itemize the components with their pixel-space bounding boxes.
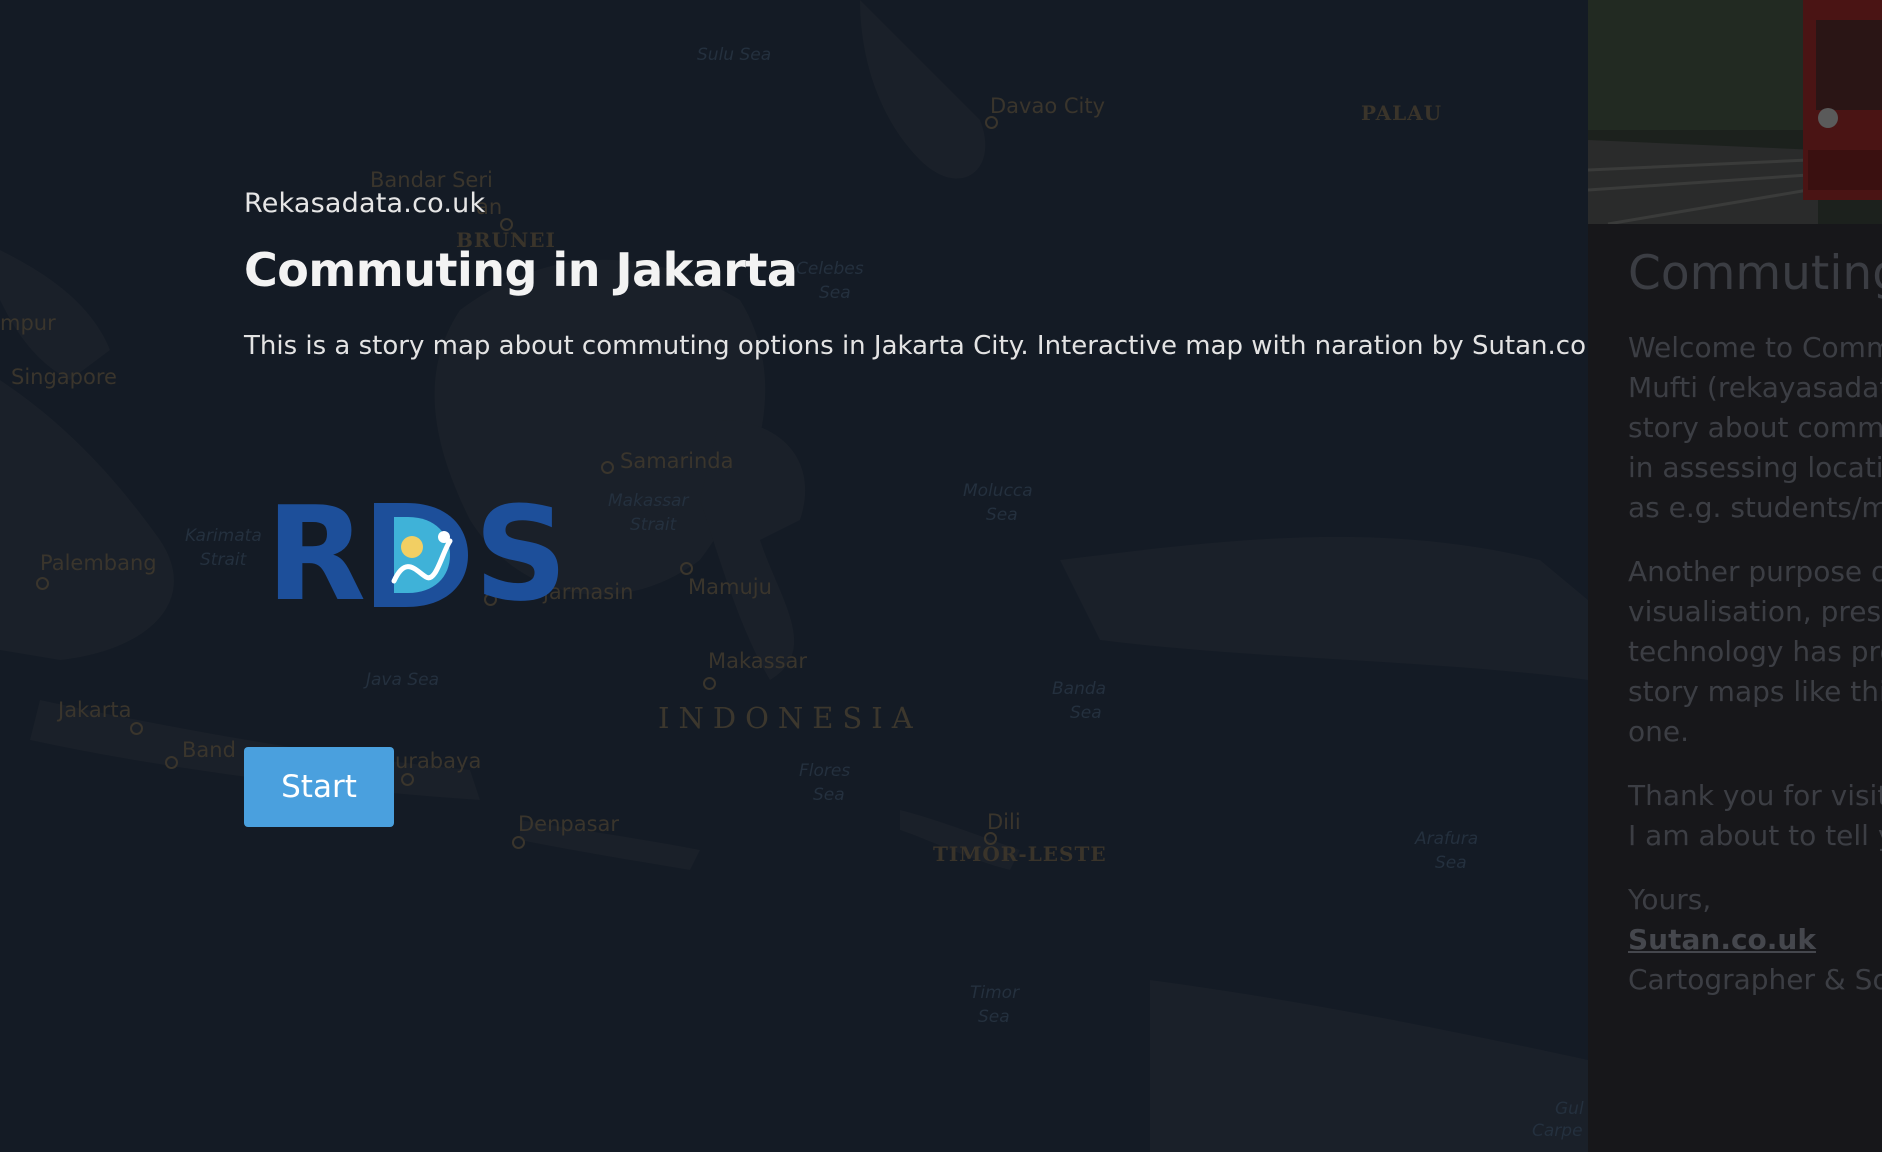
map-label: Java Sea [366, 670, 439, 690]
page-title: Commuting in Jakarta [244, 243, 798, 297]
panel-line: one. [1628, 715, 1690, 748]
intro-overlay: Rekasadata.co.uk Commuting in Jakarta Th… [244, 188, 1644, 827]
panel-title: Commuting [1628, 246, 1882, 301]
map-label: Arafura [1415, 829, 1479, 849]
map-label: TIMOR-LESTE [933, 842, 1107, 866]
panel-line: visualisation, preser [1628, 595, 1882, 628]
logo-wordmark-s: S [474, 495, 568, 615]
panel-line: story about commut [1628, 411, 1882, 444]
map-label: Carpe [1532, 1121, 1583, 1141]
logo-d-icon [374, 503, 468, 607]
map-label: Sulu Sea [697, 45, 772, 65]
map-label: Molucca [963, 481, 1033, 501]
map-label: Samarinda [620, 449, 734, 473]
map-label: PALAU [1361, 101, 1443, 125]
map-label: INDONESIA [658, 701, 922, 735]
panel-line: as e.g. students/mig [1628, 491, 1882, 524]
bus-photo-image [1588, 0, 1882, 224]
map-label: Banda [1052, 679, 1107, 699]
panel-line: Mufti (rekayasadata [1628, 371, 1882, 404]
map-label: Band [182, 738, 236, 762]
map-label: Makassar [708, 649, 808, 673]
map-label: Timor [970, 983, 1020, 1003]
map-label: Singapore [11, 365, 117, 389]
city-marker [985, 116, 998, 129]
panel-paragraph: Thank you for visitin I am about to tell… [1628, 776, 1882, 856]
map-label: urabaya [395, 749, 482, 773]
city-marker [165, 756, 178, 769]
map-label: Palembang [40, 551, 157, 575]
city-marker [36, 577, 49, 590]
map-label: Sea [1070, 703, 1102, 723]
panel-line: Another purpose of [1628, 555, 1882, 588]
city-marker [703, 677, 716, 690]
map-label: Gul [1555, 1099, 1584, 1119]
city-marker [601, 461, 614, 474]
panel-line: Welcome to Commu [1628, 331, 1882, 364]
panel-closing: Yours, [1628, 883, 1712, 916]
author-role: Cartographer & Sof [1628, 963, 1882, 996]
panel-signature: Yours, Sutan.co.uk Cartographer & Sof [1628, 880, 1882, 1000]
panel-line: story maps like this [1628, 675, 1882, 708]
map-label: Strait [200, 550, 247, 570]
rds-logo: R S [266, 495, 568, 615]
map-label: Sea [813, 785, 845, 805]
panel-line: technology has prog [1628, 635, 1882, 668]
map-label: Jakarta [58, 698, 132, 722]
map-label: mpur [0, 311, 56, 335]
map-label: Strait [630, 515, 677, 535]
map-label: Mamuju [688, 575, 772, 599]
panel-line: Thank you for visitin [1628, 779, 1882, 812]
header-photo [1588, 0, 1882, 224]
story-panel[interactable]: Commuting Welcome to Commu Mufti (rekaya… [1588, 0, 1882, 1152]
panel-paragraph: Another purpose of visualisation, preser… [1628, 552, 1882, 752]
logo-wordmark-r: R [266, 495, 366, 615]
map-label: Dili [987, 810, 1021, 834]
city-marker [130, 722, 143, 735]
city-marker [680, 562, 693, 575]
city-marker [512, 836, 525, 849]
city-marker [401, 773, 414, 786]
panel-line: in assessing locatio [1628, 451, 1882, 484]
panel-paragraph: Welcome to Commu Mufti (rekayasadata sto… [1628, 328, 1882, 528]
start-button[interactable]: Start [244, 747, 394, 827]
map-label: Sea [978, 1007, 1010, 1027]
panel-line: I am about to tell yo [1628, 819, 1882, 852]
intro-description: This is a story map about commuting opti… [244, 331, 1634, 361]
map-label: Sea [986, 505, 1018, 525]
map-label: Makassar [608, 491, 689, 511]
map-label: Denpasar [518, 812, 620, 836]
map-label: Flores [799, 761, 851, 781]
author-link[interactable]: Sutan.co.uk [1628, 923, 1816, 956]
map-label: Sea [1435, 853, 1467, 873]
site-name: Rekasadata.co.uk [244, 188, 486, 219]
panel-body: Welcome to Commu Mufti (rekayasadata sto… [1628, 328, 1882, 1024]
map-label: Karimata [185, 526, 262, 546]
map-label: Davao City [990, 94, 1106, 118]
